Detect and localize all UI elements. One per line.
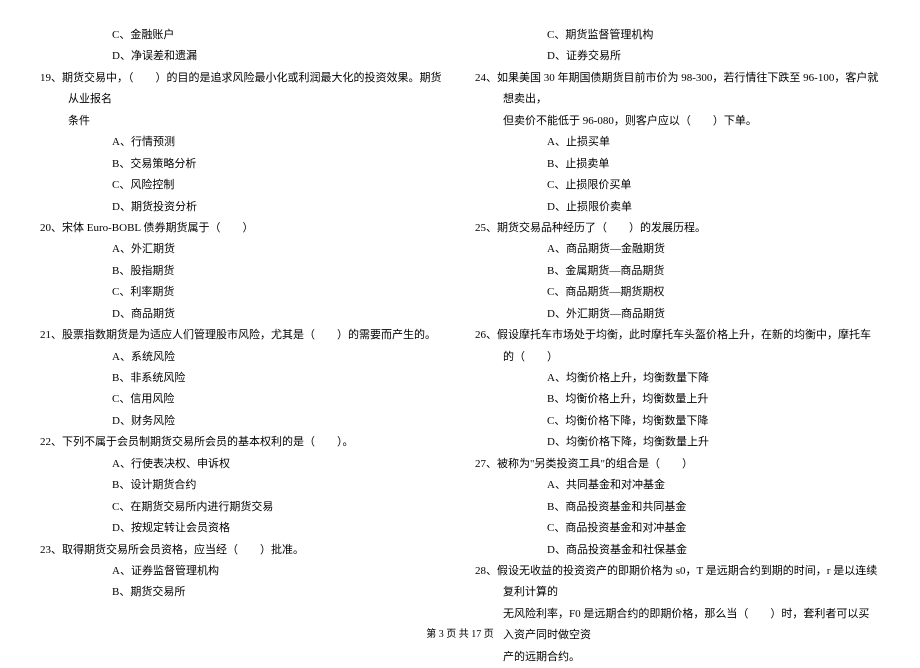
question-line: 23、取得期货交易所会员资格，应当经（ ）批准。	[40, 540, 445, 561]
option-line: C、信用风险	[40, 389, 445, 410]
option-line: D、止损限价卖单	[475, 197, 880, 218]
option-line: A、均衡价格上升，均衡数量下降	[475, 368, 880, 389]
option-line: B、非系统风险	[40, 368, 445, 389]
option-line: C、期货监督管理机构	[475, 25, 880, 46]
question-line: 21、股票指数期货是为适应人们管理股市风险，尤其是（ ）的需要而产生的。	[40, 325, 445, 346]
question-continuation: 条件	[40, 111, 445, 132]
option-line: C、均衡价格下降，均衡数量下降	[475, 411, 880, 432]
option-line: D、证券交易所	[475, 46, 880, 67]
right-column: C、期货监督管理机构D、证券交易所24、如果美国 30 年期国债期货目前市价为 …	[475, 25, 880, 605]
option-line: D、商品期货	[40, 304, 445, 325]
question-line: 20、宋体 Euro-BOBL 债券期货属于（ ）	[40, 218, 445, 239]
option-line: C、风险控制	[40, 175, 445, 196]
question-line: 26、假设摩托车市场处于均衡，此时摩托车头盔价格上升，在新的均衡中，摩托车的（ …	[475, 325, 880, 368]
question-line: 27、被称为"另类投资工具"的组合是（ ）	[475, 454, 880, 475]
option-line: D、期货投资分析	[40, 197, 445, 218]
option-line: A、共同基金和对冲基金	[475, 475, 880, 496]
option-line: B、均衡价格上升，均衡数量上升	[475, 389, 880, 410]
option-line: D、均衡价格下降，均衡数量上升	[475, 432, 880, 453]
question-line: 25、期货交易品种经历了（ ）的发展历程。	[475, 218, 880, 239]
option-line: A、止损买单	[475, 132, 880, 153]
option-line: A、行使表决权、申诉权	[40, 454, 445, 475]
question-line: 28、假设无收益的投资资产的即期价格为 s0，T 是远期合约到期的时间，r 是以…	[475, 561, 880, 604]
option-line: D、财务风险	[40, 411, 445, 432]
left-column: C、金融账户D、净误差和遗漏19、期货交易中，（ ）的目的是追求风险最小化或利润…	[40, 25, 445, 605]
option-line: B、止损卖单	[475, 154, 880, 175]
page-footer: 第 3 页 共 17 页	[0, 625, 920, 640]
option-line: A、行情预测	[40, 132, 445, 153]
option-line: C、在期货交易所内进行期货交易	[40, 497, 445, 518]
option-line: D、外汇期货—商品期货	[475, 304, 880, 325]
option-line: D、商品投资基金和社保基金	[475, 540, 880, 561]
option-line: A、外汇期货	[40, 239, 445, 260]
question-line: 22、下列不属于会员制期货交易所会员的基本权利的是（ ）。	[40, 432, 445, 453]
question-continuation: 但卖价不能低于 96-080，则客户应以（ ）下单。	[475, 111, 880, 132]
option-line: B、设计期货合约	[40, 475, 445, 496]
option-line: C、金融账户	[40, 25, 445, 46]
option-line: D、净误差和遗漏	[40, 46, 445, 67]
option-line: A、商品期货—金融期货	[475, 239, 880, 260]
option-line: C、利率期货	[40, 282, 445, 303]
question-line: 24、如果美国 30 年期国债期货目前市价为 98-300，若行情往下跌至 96…	[475, 68, 880, 111]
option-line: A、证券监督管理机构	[40, 561, 445, 582]
option-line: A、系统风险	[40, 347, 445, 368]
option-line: B、商品投资基金和共同基金	[475, 497, 880, 518]
option-line: B、金属期货—商品期货	[475, 261, 880, 282]
option-line: C、止损限价买单	[475, 175, 880, 196]
two-column-layout: C、金融账户D、净误差和遗漏19、期货交易中，（ ）的目的是追求风险最小化或利润…	[40, 25, 880, 605]
question-line: 19、期货交易中，（ ）的目的是追求风险最小化或利润最大化的投资效果。期货从业报…	[40, 68, 445, 111]
option-line: D、按规定转让会员资格	[40, 518, 445, 539]
option-line: B、股指期货	[40, 261, 445, 282]
option-line: C、商品期货—期货期权	[475, 282, 880, 303]
option-line: B、期货交易所	[40, 582, 445, 603]
option-line: C、商品投资基金和对冲基金	[475, 518, 880, 539]
option-line: B、交易策略分析	[40, 154, 445, 175]
